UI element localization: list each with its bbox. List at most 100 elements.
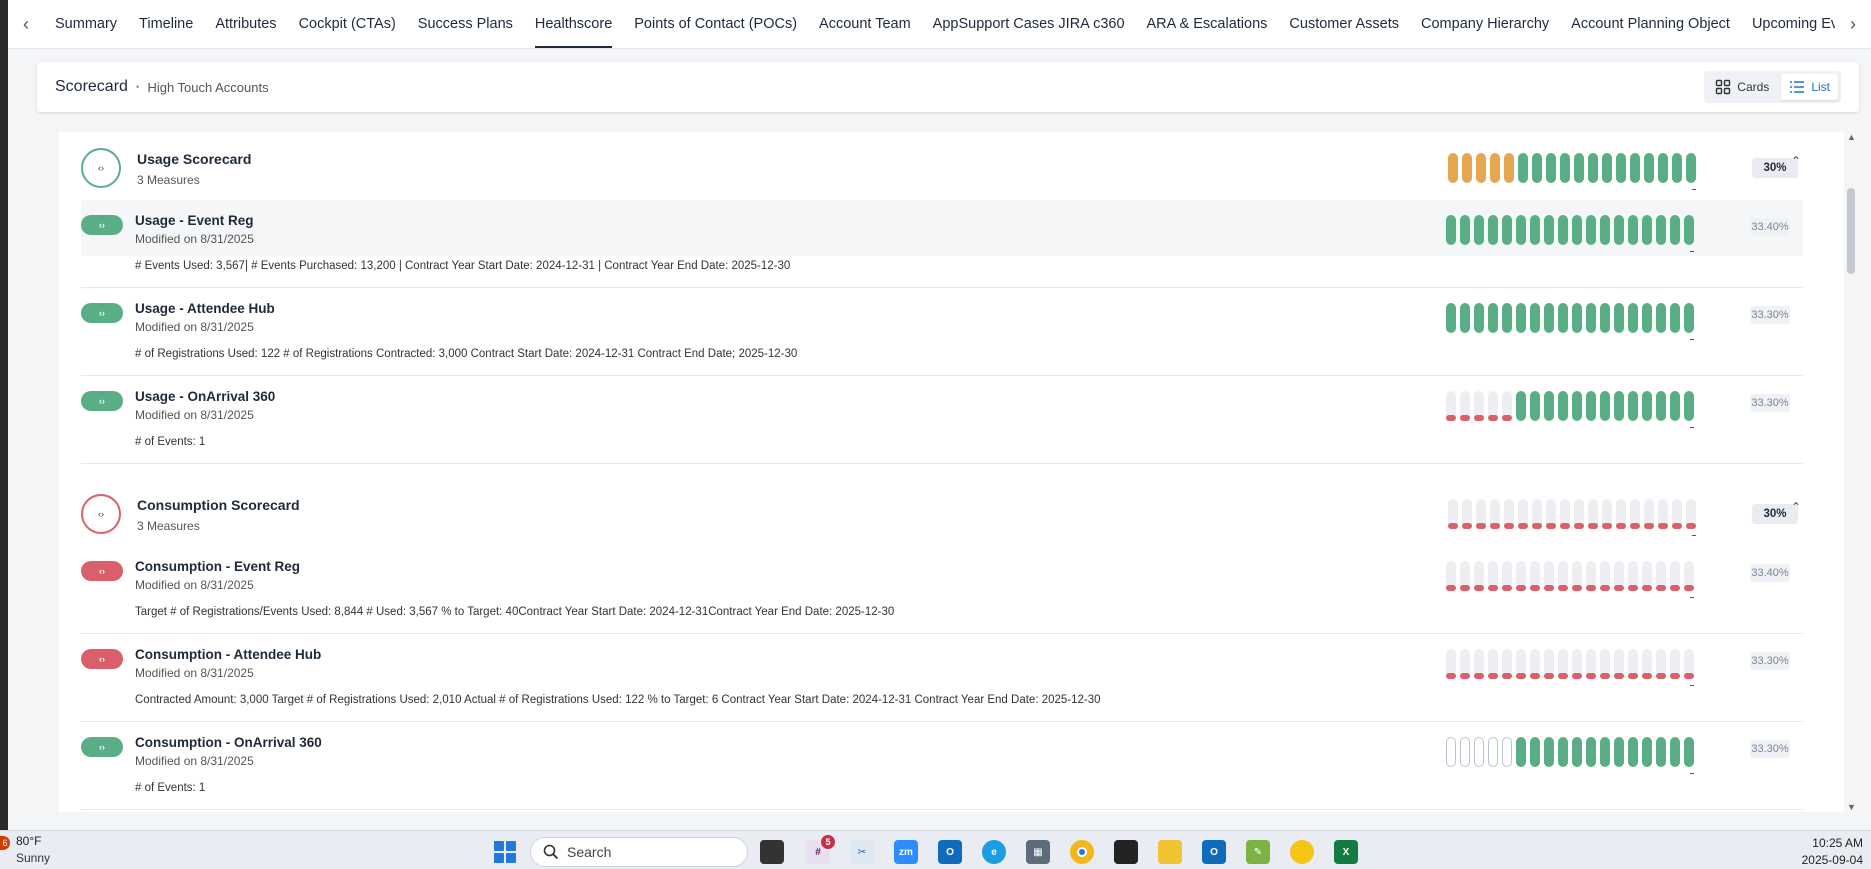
score-bar[interactable] (1628, 649, 1638, 679)
score-bar[interactable] (1686, 153, 1696, 183)
score-bar[interactable] (1656, 303, 1666, 333)
score-bar[interactable] (1560, 153, 1570, 183)
score-bar[interactable] (1460, 561, 1470, 591)
scroll-down-icon[interactable]: ▼ (1847, 802, 1856, 812)
taskbar-search[interactable]: Search (530, 837, 748, 867)
score-bar[interactable] (1572, 391, 1582, 421)
score-bar[interactable] (1448, 499, 1458, 529)
score-bar[interactable] (1544, 561, 1554, 591)
score-bar[interactable] (1502, 391, 1512, 421)
score-bar[interactable] (1672, 499, 1682, 529)
measure-header[interactable]: ‹› Consumption - OnArrival 360 Modified on… (81, 722, 1803, 778)
score-bar[interactable] (1558, 391, 1568, 421)
measure-header[interactable]: ‹› Usage - Attendee Hub Modified on 8/31/2… (81, 288, 1803, 344)
calculator-icon[interactable]: ▦ (1026, 840, 1050, 864)
sticky-notes-icon[interactable] (1114, 840, 1138, 864)
score-bar[interactable] (1572, 303, 1582, 333)
score-bar[interactable] (1516, 561, 1526, 591)
outlook-icon[interactable]: O (938, 840, 962, 864)
score-bar[interactable] (1656, 737, 1666, 767)
tabs-scroll-left-icon[interactable]: ‹ (8, 0, 44, 48)
collapse-chevron-icon[interactable]: ⌃ (1791, 154, 1801, 168)
score-bar[interactable] (1684, 649, 1694, 679)
score-bar[interactable] (1474, 303, 1484, 333)
score-bar[interactable] (1544, 649, 1554, 679)
vertical-scrollbar[interactable]: ▲ ▼ (1844, 132, 1858, 812)
score-bar[interactable] (1642, 649, 1652, 679)
score-bar[interactable] (1516, 215, 1526, 245)
score-bar[interactable] (1670, 215, 1680, 245)
score-bar[interactable] (1586, 215, 1596, 245)
score-bar[interactable] (1474, 649, 1484, 679)
score-bar[interactable] (1460, 215, 1470, 245)
score-bar[interactable] (1600, 215, 1610, 245)
scroll-up-icon[interactable]: ▲ (1847, 132, 1856, 142)
score-bar[interactable] (1684, 391, 1694, 421)
score-bar[interactable] (1644, 499, 1654, 529)
tab-account-team[interactable]: Account Team (808, 0, 922, 48)
score-bar[interactable] (1558, 649, 1568, 679)
score-bar[interactable] (1560, 499, 1570, 529)
score-bar[interactable] (1530, 215, 1540, 245)
score-bar[interactable] (1628, 215, 1638, 245)
score-bar[interactable] (1488, 215, 1498, 245)
tab-healthscore[interactable]: Healthscore (524, 0, 623, 48)
score-bar[interactable] (1642, 303, 1652, 333)
score-bar[interactable] (1460, 737, 1470, 767)
score-bar[interactable] (1546, 499, 1556, 529)
score-bar[interactable] (1530, 649, 1540, 679)
score-bar[interactable] (1546, 153, 1556, 183)
score-bar[interactable] (1460, 391, 1470, 421)
score-bar[interactable] (1602, 499, 1612, 529)
score-bar[interactable] (1572, 649, 1582, 679)
measure-header[interactable]: ‹› Usage - OnArrival 360 Modified on 8/31/… (81, 376, 1803, 432)
score-bar[interactable] (1462, 499, 1472, 529)
score-bar[interactable] (1614, 561, 1624, 591)
score-bar[interactable] (1558, 303, 1568, 333)
task-view-icon[interactable] (760, 840, 784, 864)
score-bar[interactable] (1572, 737, 1582, 767)
tab-company-hierarchy[interactable]: Company Hierarchy (1410, 0, 1560, 48)
score-bar[interactable] (1616, 153, 1626, 183)
score-bar[interactable] (1684, 561, 1694, 591)
tab-appsupport-cases-jira-c360[interactable]: AppSupport Cases JIRA c360 (922, 0, 1136, 48)
score-bar[interactable] (1670, 737, 1680, 767)
score-bar[interactable] (1502, 737, 1512, 767)
tab-points-of-contact-pocs[interactable]: Points of Contact (POCs) (623, 0, 808, 48)
score-bar[interactable] (1586, 561, 1596, 591)
score-bar[interactable] (1600, 649, 1610, 679)
excel-icon[interactable]: X (1334, 840, 1358, 864)
score-bar[interactable] (1684, 303, 1694, 333)
tab-cockpit-ctas[interactable]: Cockpit (CTAs) (288, 0, 407, 48)
score-bar[interactable] (1642, 391, 1652, 421)
score-bar[interactable] (1628, 737, 1638, 767)
score-bar[interactable] (1658, 499, 1668, 529)
tab-customer-assets[interactable]: Customer Assets (1278, 0, 1410, 48)
list-view-button[interactable]: List (1781, 74, 1838, 100)
score-bar[interactable] (1502, 215, 1512, 245)
score-bar[interactable] (1462, 153, 1472, 183)
score-bar[interactable] (1616, 499, 1626, 529)
score-bar[interactable] (1532, 499, 1542, 529)
score-bar[interactable] (1614, 303, 1624, 333)
score-bar[interactable] (1558, 561, 1568, 591)
file-explorer-icon[interactable] (1158, 840, 1182, 864)
score-bar[interactable] (1686, 499, 1696, 529)
measure-header[interactable]: ‹› Consumption - Event Reg Modified on 8/3… (81, 546, 1803, 602)
score-bar[interactable] (1530, 561, 1540, 591)
score-bar[interactable] (1586, 303, 1596, 333)
edge-icon[interactable]: e (982, 840, 1006, 864)
score-bar[interactable] (1600, 303, 1610, 333)
score-bar[interactable] (1572, 215, 1582, 245)
score-bar[interactable] (1602, 153, 1612, 183)
chrome-icon[interactable] (1070, 840, 1094, 864)
score-bar[interactable] (1476, 499, 1486, 529)
score-bar[interactable] (1588, 153, 1598, 183)
score-bar[interactable] (1530, 303, 1540, 333)
score-bar[interactable] (1530, 737, 1540, 767)
score-bar[interactable] (1474, 737, 1484, 767)
score-bar[interactable] (1504, 499, 1514, 529)
score-bar[interactable] (1642, 215, 1652, 245)
slack-icon[interactable]: # 5 (806, 835, 835, 864)
windows-start-icon[interactable] (494, 841, 516, 863)
